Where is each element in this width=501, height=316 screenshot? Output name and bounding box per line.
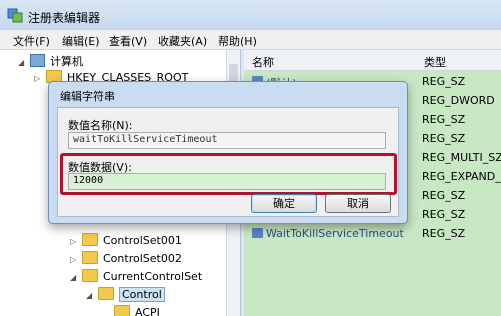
cancel-button[interactable]: 取消 xyxy=(325,194,391,213)
menu-favorites[interactable]: 收藏夹(A) xyxy=(158,33,207,49)
title-bar: 注册表编辑器 xyxy=(0,0,501,30)
folder-icon xyxy=(82,251,98,264)
tree-node-control[interactable]: ◢ Control xyxy=(86,287,165,304)
folder-icon xyxy=(82,269,98,282)
window-title: 注册表编辑器 xyxy=(28,11,101,25)
value-data-input[interactable]: 12000 xyxy=(68,173,386,190)
edit-string-dialog: 编辑字符串 数值名称(N): waitToKillServiceTimeout … xyxy=(48,81,408,224)
folder-open-icon xyxy=(98,287,114,300)
value-type: REG_SZ xyxy=(422,189,466,202)
column-header-type[interactable]: 类型 xyxy=(416,50,501,71)
collapse-arrow-icon[interactable]: ◢ xyxy=(86,291,94,300)
collapse-arrow-icon[interactable]: ◢ xyxy=(18,58,26,67)
expand-arrow-icon[interactable]: ▷ xyxy=(70,237,78,246)
value-type: REG_SZ xyxy=(422,227,466,240)
menu-view[interactable]: 查看(V) xyxy=(109,33,147,49)
reg-value-icon xyxy=(252,228,263,238)
value-type: REG_SZ xyxy=(422,132,466,145)
value-name: WaitToKillServiceTimeout xyxy=(266,227,404,240)
expand-arrow-icon[interactable]: ▷ xyxy=(34,74,42,83)
value-row[interactable]: WaitToKillServiceTimeout REG_SZ xyxy=(244,224,501,243)
tree-node-currentcontrolset[interactable]: ◢ CurrentControlSet xyxy=(70,269,202,286)
value-type: REG_SZ xyxy=(422,75,466,88)
expand-arrow-icon[interactable]: ▷ xyxy=(70,255,78,264)
tree-node-controlset002[interactable]: ▷ ControlSet002 xyxy=(70,251,182,268)
column-header-name[interactable]: 名称 xyxy=(244,50,417,71)
registry-app-icon xyxy=(7,8,23,23)
value-type: REG_MULTI_SZ xyxy=(422,151,501,164)
value-name-label: 数值名称(N): xyxy=(68,119,133,132)
folder-icon xyxy=(82,233,98,246)
value-type: REG_SZ xyxy=(422,208,466,221)
value-type: REG_SZ xyxy=(422,113,466,126)
value-type: REG_DWORD xyxy=(422,94,495,107)
dialog-title: 编辑字符串 xyxy=(60,90,115,103)
menu-file[interactable]: 文件(F) xyxy=(13,33,50,49)
tree-node-controlset001[interactable]: ▷ ControlSet001 xyxy=(70,233,182,250)
ok-button[interactable]: 确定 xyxy=(251,194,317,213)
menu-edit[interactable]: 编辑(E) xyxy=(62,33,100,49)
value-name-field: waitToKillServiceTimeout xyxy=(68,132,386,149)
registry-editor-window: 注册表编辑器 文件(F) 编辑(E) 查看(V) 收藏夹(A) 帮助(H) ◢ 计… xyxy=(0,0,501,316)
menu-help[interactable]: 帮助(H) xyxy=(218,33,257,49)
computer-icon xyxy=(30,54,45,67)
collapse-arrow-icon[interactable]: ◢ xyxy=(70,273,78,282)
folder-icon xyxy=(114,305,130,316)
tree-node-acpi[interactable]: ACPI xyxy=(102,305,160,316)
tree-node-computer[interactable]: ◢ 计算机 xyxy=(18,53,83,70)
menu-bar: 文件(F) 编辑(E) 查看(V) 收藏夹(A) 帮助(H) xyxy=(0,30,501,50)
dialog-body: 数值名称(N): waitToKillServiceTimeout 数值数据(V… xyxy=(57,107,399,217)
value-type: REG_EXPAND_SZ xyxy=(422,170,501,183)
